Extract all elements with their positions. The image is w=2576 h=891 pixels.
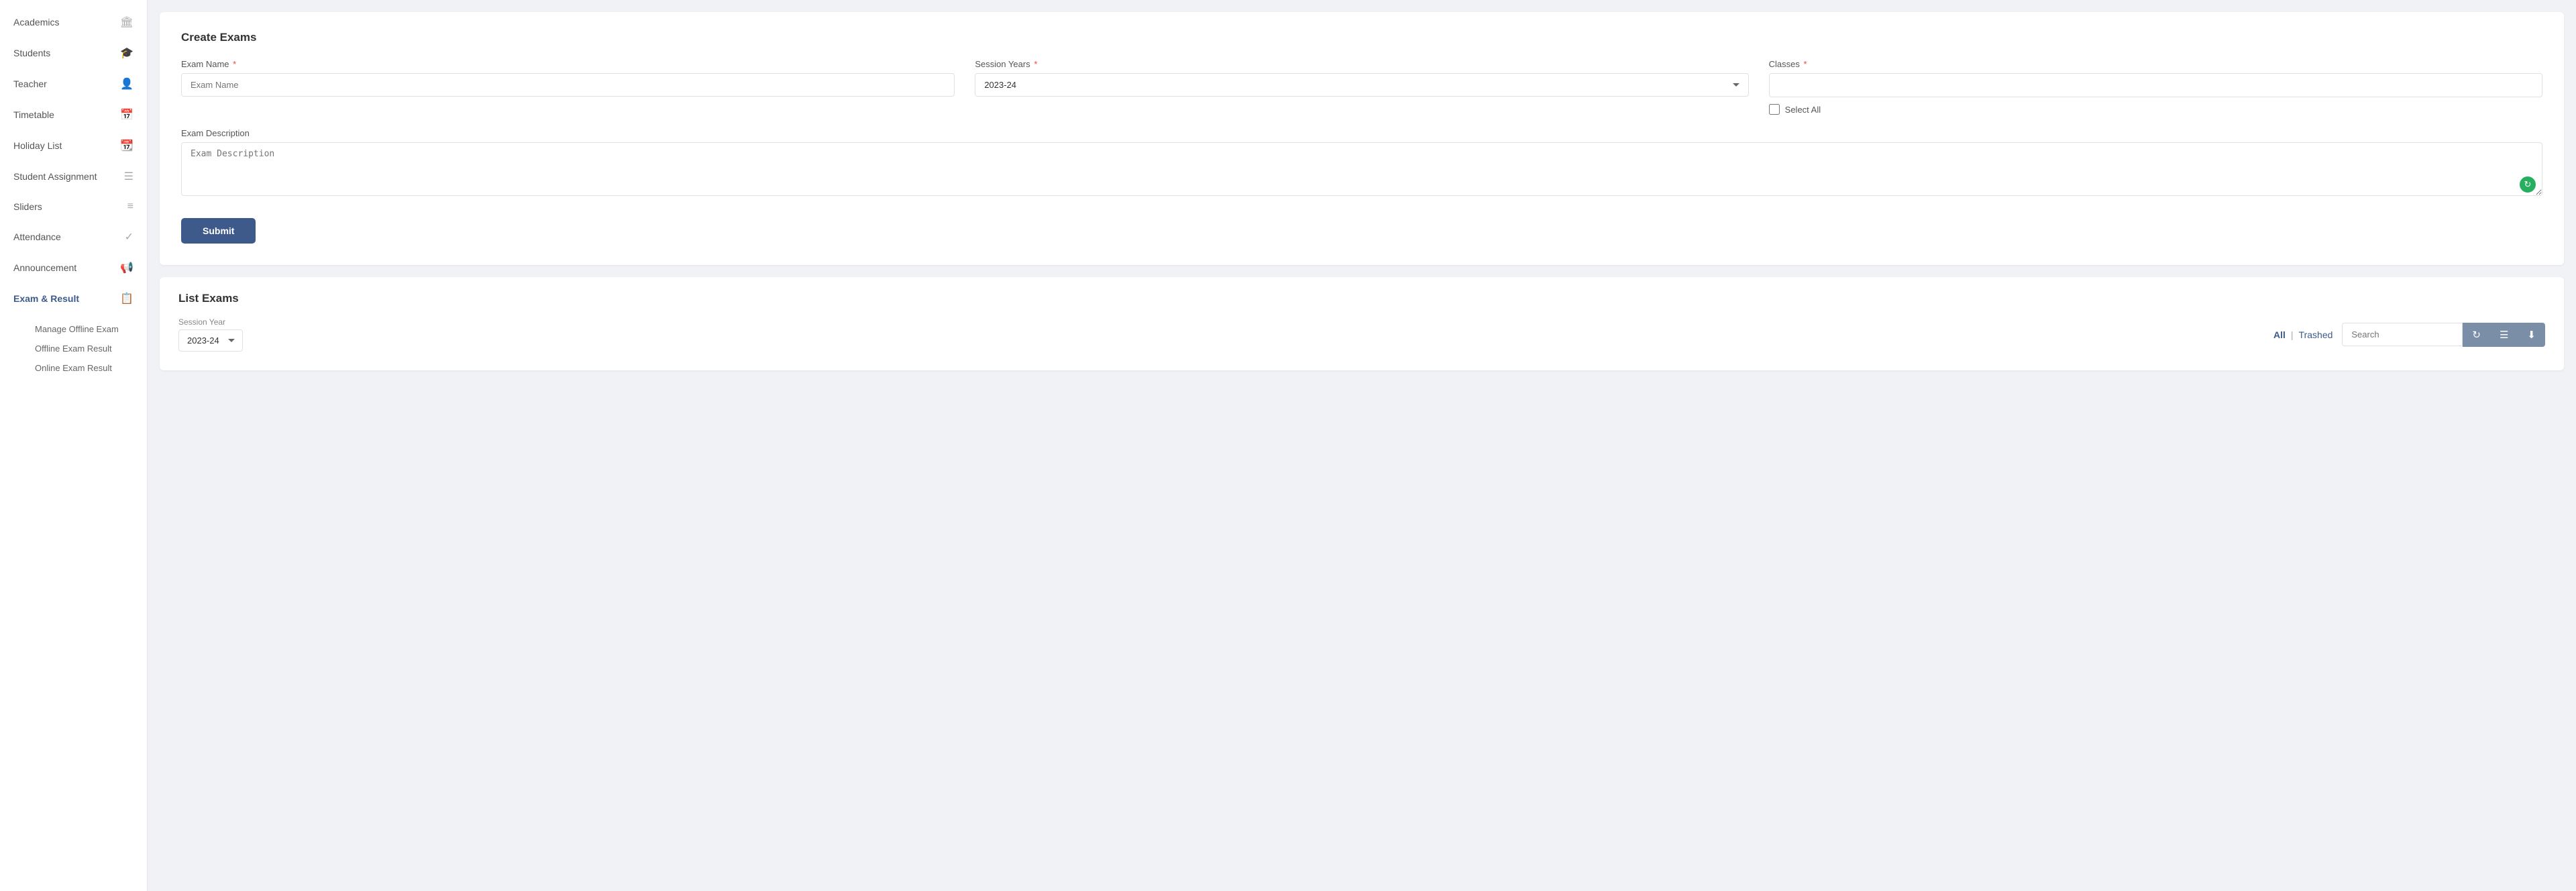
exam-description-group: Exam Description ↻ [181, 128, 2542, 199]
list-session-year-select[interactable]: 2023-242022-232021-22 [178, 329, 243, 352]
sidebar-item-label: Academics [13, 17, 59, 28]
sliders-icon: ≡ [127, 201, 133, 213]
exam-name-group: Exam Name * [181, 59, 955, 115]
sidebar-sub-manage-offline-exam[interactable]: Manage Offline Exam [21, 319, 147, 339]
classes-group: Classes * Select All [1769, 59, 2542, 115]
sidebar-item-label: Students [13, 48, 50, 58]
list-exams-header: List Exams [178, 292, 2545, 305]
exam-description-wrapper: ↻ [181, 142, 2542, 199]
announcement-icon: 📢 [120, 261, 133, 274]
assignment-icon: ☰ [124, 170, 133, 183]
exam-name-label: Exam Name * [181, 59, 955, 69]
session-years-group: Session Years * 2023-242022-232021-22 [975, 59, 1748, 115]
exam-description-label: Exam Description [181, 128, 2542, 138]
all-trashed-links: All | Trashed [2273, 329, 2332, 340]
filter-all-link[interactable]: All [2273, 329, 2286, 340]
sidebar-item-teacher[interactable]: Teacher 👤 [0, 68, 147, 99]
sidebar-item-label: Attendance [13, 231, 61, 242]
filter-trashed-link[interactable]: Trashed [2299, 329, 2333, 340]
sidebar-item-student-assignment[interactable]: Student Assignment ☰ [0, 161, 147, 192]
form-row-top: Exam Name * Session Years * 2023-242022-… [181, 59, 2542, 115]
sidebar-item-label: Announcement [13, 262, 76, 273]
session-years-label: Session Years * [975, 59, 1748, 69]
submit-button[interactable]: Submit [181, 218, 256, 244]
refresh-button[interactable]: ↻ [2463, 323, 2490, 347]
sidebar-item-label: Student Assignment [13, 171, 97, 182]
sidebar-item-holiday-list[interactable]: Holiday List 📆 [0, 130, 147, 161]
sidebar-sub-online-exam-result[interactable]: Online Exam Result [21, 358, 147, 378]
select-all-row: Select All [1769, 104, 2542, 115]
filter-right: All | Trashed ↻ ☰ ⬇ [2273, 323, 2545, 347]
sidebar-item-announcement[interactable]: Announcement 📢 [0, 252, 147, 283]
list-exams-title: List Exams [178, 292, 239, 305]
select-all-label[interactable]: Select All [1785, 105, 1821, 115]
timetable-icon: 📅 [120, 108, 133, 121]
classes-input-area[interactable] [1769, 73, 2542, 97]
exam-description-textarea[interactable] [181, 142, 2542, 196]
create-exams-card: Create Exams Exam Name * Session Years *… [160, 12, 2564, 265]
refresh-icon: ↻ [2472, 329, 2481, 341]
session-years-select[interactable]: 2023-242022-232021-22 [975, 73, 1748, 97]
sidebar-item-attendance[interactable]: Attendance ✓ [0, 221, 147, 252]
download-icon: ⬇ [2527, 329, 2536, 341]
students-icon: 🎓 [120, 46, 133, 60]
list-session-year-group: Session Year 2023-242022-232021-22 [178, 317, 243, 352]
main-content: Create Exams Exam Name * Session Years *… [148, 0, 2576, 891]
textarea-refresh-icon: ↻ [2520, 176, 2536, 193]
sidebar: Academics 🏛 Students 🎓 Teacher 👤 Timetab… [0, 0, 148, 891]
session-years-required: * [1034, 59, 1037, 69]
exam-name-required: * [233, 59, 236, 69]
download-button[interactable]: ⬇ [2518, 323, 2545, 347]
sidebar-item-timetable[interactable]: Timetable 📅 [0, 99, 147, 130]
sidebar-item-label: Holiday List [13, 140, 62, 151]
classes-label: Classes * [1769, 59, 2542, 69]
action-buttons: ↻ ☰ ⬇ [2463, 323, 2545, 347]
sidebar-item-label: Timetable [13, 109, 54, 120]
view-button[interactable]: ☰ [2490, 323, 2518, 347]
attendance-icon: ✓ [125, 230, 133, 244]
sidebar-item-academics[interactable]: Academics 🏛 [0, 7, 147, 38]
list-session-year-label: Session Year [178, 317, 243, 327]
holiday-icon: 📆 [120, 139, 133, 152]
exam-name-input[interactable] [181, 73, 955, 97]
create-exams-title: Create Exams [181, 31, 2542, 44]
sidebar-sub-offline-exam-result[interactable]: Offline Exam Result [21, 339, 147, 358]
sidebar-item-label: Sliders [13, 201, 42, 212]
view-icon: ☰ [2500, 329, 2508, 341]
filter-separator: | [2291, 329, 2294, 340]
teacher-icon: 👤 [120, 77, 133, 91]
exam-result-icon: 📋 [120, 292, 133, 305]
search-input[interactable] [2342, 323, 2463, 346]
sidebar-item-label: Exam & Result [13, 293, 79, 304]
select-all-checkbox[interactable] [1769, 104, 1780, 115]
sidebar-item-label: Teacher [13, 78, 47, 89]
list-exams-card: List Exams Session Year 2023-242022-2320… [160, 277, 2564, 370]
search-input-wrapper [2342, 323, 2463, 346]
academics-icon: 🏛 [120, 15, 133, 29]
sidebar-item-exam-result[interactable]: Exam & Result 📋 [0, 283, 147, 314]
classes-required: * [1804, 59, 1807, 69]
sidebar-item-students[interactable]: Students 🎓 [0, 38, 147, 68]
list-filter-row: Session Year 2023-242022-232021-22 All |… [178, 317, 2545, 352]
sidebar-sub-menu: Manage Offline Exam Offline Exam Result … [0, 314, 147, 383]
sidebar-item-sliders[interactable]: Sliders ≡ [0, 192, 147, 221]
